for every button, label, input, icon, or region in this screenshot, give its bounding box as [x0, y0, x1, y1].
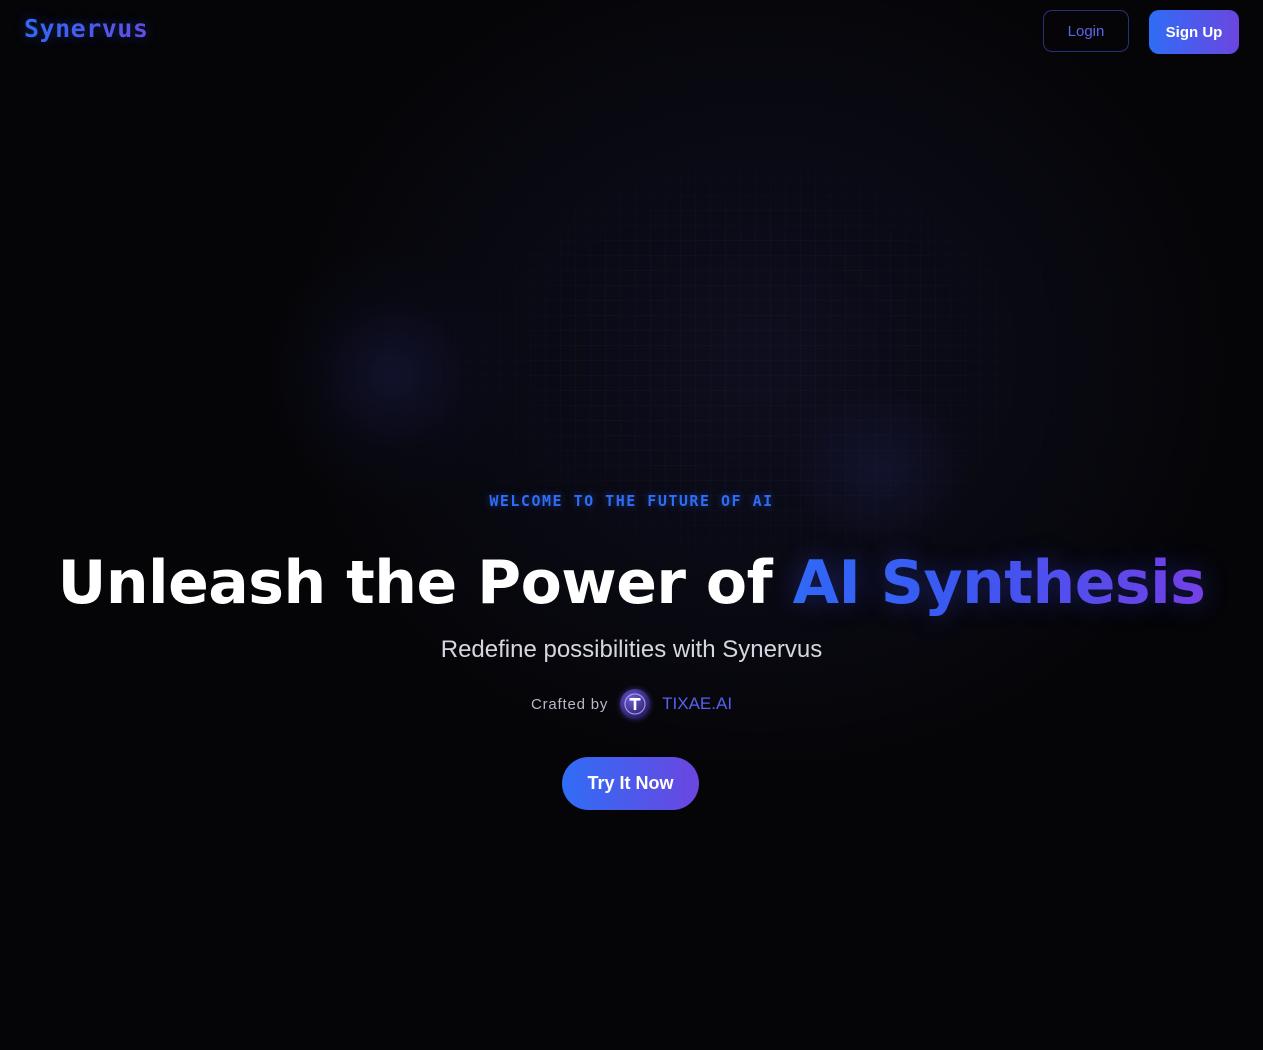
hero-eyebrow: WELCOME TO THE FUTURE OF AI	[489, 492, 774, 510]
headline-accent-text: AI Synthesis	[792, 548, 1206, 618]
tixae-logo-icon	[620, 689, 651, 719]
crafted-brand-link[interactable]: TIXAE.AI	[662, 694, 732, 714]
login-button[interactable]: Login	[1043, 10, 1129, 52]
site-logo[interactable]: Synervus	[24, 14, 148, 43]
headline-plain-text: Unleash the Power of	[57, 548, 793, 618]
signup-button[interactable]: Sign Up	[1149, 10, 1239, 54]
hero-headline: Unleash the Power of AI Synthesis	[0, 545, 1263, 621]
crafted-label: Crafted by	[530, 695, 609, 713]
page-background	[0, 0, 1263, 1050]
try-it-now-button[interactable]: Try It Now	[562, 757, 699, 810]
hero-subtitle: Redefine possibilities with Synervus	[440, 636, 823, 663]
crafted-by: Crafted by TIXAE.AI	[0, 689, 1263, 719]
